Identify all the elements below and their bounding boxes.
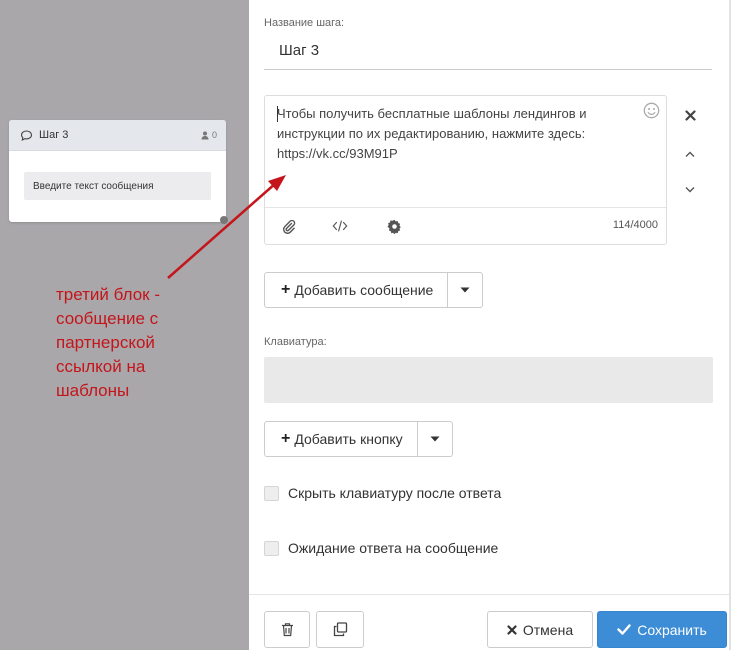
step-name-label: Название шага: [264,17,345,29]
save-button[interactable]: Сохранить [597,611,727,648]
step-node-title: Шаг 3 [39,129,69,141]
add-button-group: + Добавить кнопку [264,421,453,457]
message-editor[interactable]: Чтобы получить бесплатные шаблоны лендин… [264,95,667,245]
delete-button[interactable] [264,611,310,648]
footer-divider [249,594,729,595]
plus-icon: + [281,281,291,298]
chevron-down-icon[interactable] [682,181,698,197]
caret-down-icon [430,436,440,442]
gear-icon[interactable] [386,218,402,234]
add-keyboard-button[interactable]: + Добавить кнопку [265,422,418,456]
text-cursor [277,106,278,122]
wait-answer-checkbox[interactable] [264,540,279,556]
code-icon[interactable] [332,218,348,234]
plus-icon: + [281,430,291,447]
message-toolbar: 114/4000 [265,207,666,244]
smile-icon[interactable] [643,102,660,119]
trash-icon [281,623,293,637]
add-message-dropdown[interactable] [448,273,482,307]
copy-button[interactable] [316,611,364,648]
character-counter: 114/4000 [612,219,658,231]
chevron-up-icon[interactable] [682,146,698,162]
step-node-header: Шаг 3 0 [9,120,226,151]
step-node[interactable]: Шаг 3 0 Введите текст сообщения [9,120,226,222]
chat-bubble-icon [20,129,33,142]
copy-icon [333,622,347,637]
step-node-users: 0 [201,130,217,140]
close-icon [507,624,517,635]
hide-keyboard-label: Скрыть клавиатуру после ответа [288,485,502,501]
paperclip-icon[interactable] [281,218,297,234]
add-button-dropdown[interactable] [418,422,452,456]
keyboard-label: Клавиатура: [264,336,327,348]
save-label: Сохранить [637,621,707,638]
keyboard-area[interactable] [264,357,713,403]
close-icon[interactable] [682,107,698,123]
cancel-label: Отмена [522,621,574,638]
hide-keyboard-checkbox[interactable] [264,485,279,501]
cancel-button[interactable]: Отмена [487,611,593,648]
node-connector-dot[interactable] [220,216,228,224]
step-node-user-count: 0 [211,130,217,140]
user-icon [201,131,209,139]
add-button-label: Добавить кнопку [294,431,403,447]
add-message-button-group: + Добавить сообщение [264,272,484,308]
hide-keyboard-option[interactable]: Скрыть клавиатуру после ответа [264,485,501,501]
wait-answer-label: Ожидание ответа на сообщение [288,540,499,556]
wait-answer-option[interactable]: Ожидание ответа на сообщение [264,540,498,556]
step-node-message[interactable]: Введите текст сообщения [24,172,211,200]
add-message-label: Добавить сообщение [294,282,434,298]
annotation-text: третий блок - сообщение с партнерской сс… [56,285,160,400]
step-name-input[interactable]: Шаг 3 [264,34,712,70]
message-text-content: Чтобы получить бесплатные шаблоны лендин… [277,106,587,161]
add-message-button[interactable]: + Добавить сообщение [265,273,449,307]
check-icon [617,624,631,635]
caret-down-icon [460,287,470,293]
message-text[interactable]: Чтобы получить бесплатные шаблоны лендин… [277,104,637,164]
